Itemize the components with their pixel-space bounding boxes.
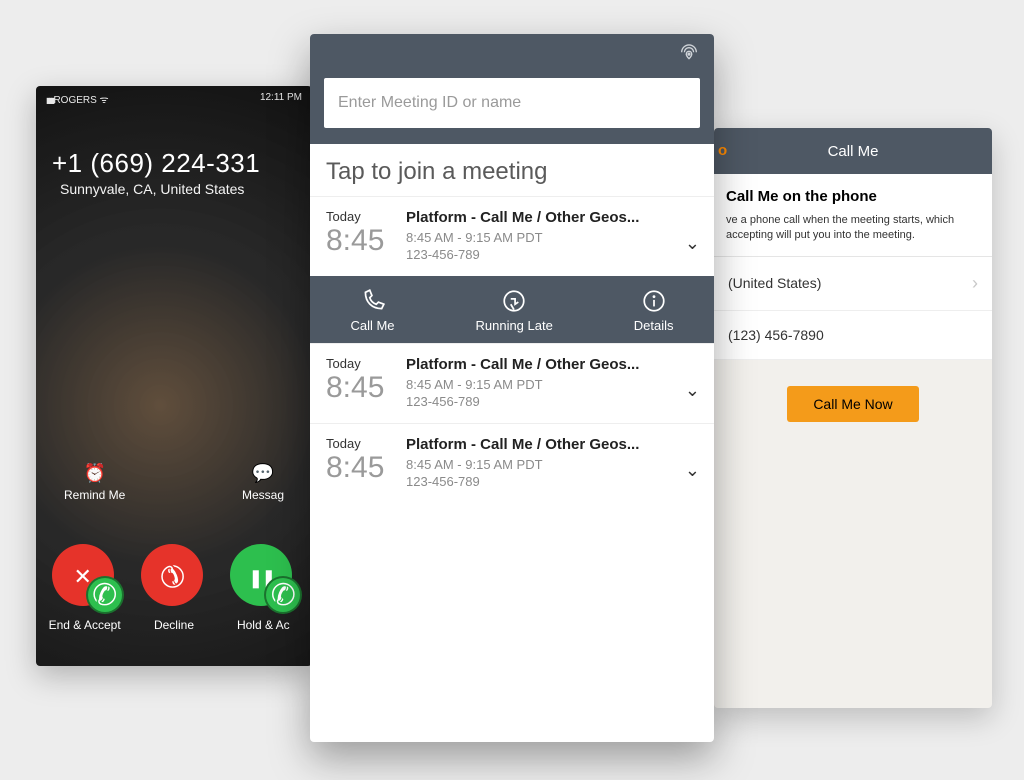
meeting-id-search-input[interactable] [324,78,700,128]
meeting-time: 8:45 [326,224,406,258]
status-bar: ROGERS 12:11 PM [36,86,312,106]
meeting-id: 123-456-789 [406,474,700,489]
meeting-row[interactable]: Today 8:45 Platform - Call Me / Other Ge… [310,423,714,503]
meeting-row[interactable]: Today 8:45 Platform - Call Me / Other Ge… [310,343,714,423]
incoming-call-location: Sunnyvale, CA, United States [60,181,312,197]
incoming-call-screen: ROGERS 12:11 PM +1 (669) 224-331 Sunnyva… [36,86,312,666]
decline-label: Decline [131,618,217,632]
hold-accept-label: Hold & Ac [220,618,306,632]
hangup-icon [159,558,184,593]
phone-icon [271,578,296,613]
call-me-now-button[interactable]: Call Me Now [787,386,918,422]
running-late-label: Running Late [475,318,552,333]
settings-title: Call Me [828,143,879,160]
tap-to-join-heading: Tap to join a meeting [310,144,714,196]
meeting-range: 8:45 AM - 9:15 AM PDT [406,230,700,245]
message-icon: 💬 [242,463,284,484]
end-and-accept-button[interactable]: End & Accept [42,544,128,632]
call-me-settings-screen: o Call Me Call Me on the phone ve a phon… [714,128,992,708]
chevron-right-icon: › [972,273,978,294]
join-meeting-screen: Tap to join a meeting Today 8:45 Platfor… [310,34,714,742]
meeting-name: Platform - Call Me / Other Geos... [406,436,700,453]
meeting-time: 8:45 [326,451,406,485]
carrier-label: ROGERS [46,92,109,106]
phone-icon [360,288,386,314]
message-label: Messag [242,488,284,502]
meeting-header [310,34,714,144]
card-title: Call Me on the phone [726,188,980,205]
phone-value: (123) 456-7890 [728,327,824,343]
phone-number-row[interactable]: (123) 456-7890 [714,311,992,360]
meeting-id: 123-456-789 [406,247,700,262]
meeting-range: 8:45 AM - 9:15 AM PDT [406,377,700,392]
location-broadcast-icon [678,44,700,71]
country-row[interactable]: (United States) › [714,257,992,311]
settings-header: o Call Me [714,128,992,174]
meeting-time: 8:45 [326,371,406,405]
chevron-down-icon[interactable]: ⌄ [685,460,700,481]
chevron-down-icon[interactable]: ⌄ [685,233,700,254]
hold-and-accept-button[interactable]: Hold & Ac [220,544,306,632]
alarm-icon: ⏰ [64,463,125,484]
clock-label: 12:11 PM [260,92,302,106]
message-button[interactable]: 💬 Messag [242,463,284,502]
info-icon [641,288,667,314]
running-late-action[interactable]: Running Late [475,288,552,333]
details-label: Details [634,318,674,333]
decline-button[interactable]: Decline [131,544,217,632]
notification-badge: o [718,142,726,150]
card-desc-line1: ve a phone call when the meeting starts,… [726,214,954,226]
card-desc-line2: accepting will put you into the meeting. [726,229,915,241]
meeting-row[interactable]: Today 8:45 Platform - Call Me / Other Ge… [310,196,714,276]
call-me-description-card: Call Me on the phone ve a phone call whe… [714,174,992,257]
end-accept-label: End & Accept [42,618,128,632]
meeting-name: Platform - Call Me / Other Geos... [406,356,700,373]
meeting-day: Today [326,436,406,451]
phone-icon [92,578,117,613]
incoming-call-number: +1 (669) 224-331 [52,148,312,179]
running-icon [501,288,527,314]
call-me-action-label: Call Me [350,318,394,333]
meeting-day: Today [326,209,406,224]
meeting-action-bar: Call Me Running Late Details [310,276,714,343]
remind-me-label: Remind Me [64,488,125,502]
meeting-id: 123-456-789 [406,394,700,409]
call-me-action[interactable]: Call Me [350,288,394,333]
country-value: (United States) [728,275,821,291]
meeting-name: Platform - Call Me / Other Geos... [406,209,700,226]
details-action[interactable]: Details [634,288,674,333]
remind-me-button[interactable]: ⏰ Remind Me [64,463,125,502]
chevron-down-icon[interactable]: ⌄ [685,380,700,401]
meeting-range: 8:45 AM - 9:15 AM PDT [406,457,700,472]
meeting-day: Today [326,356,406,371]
